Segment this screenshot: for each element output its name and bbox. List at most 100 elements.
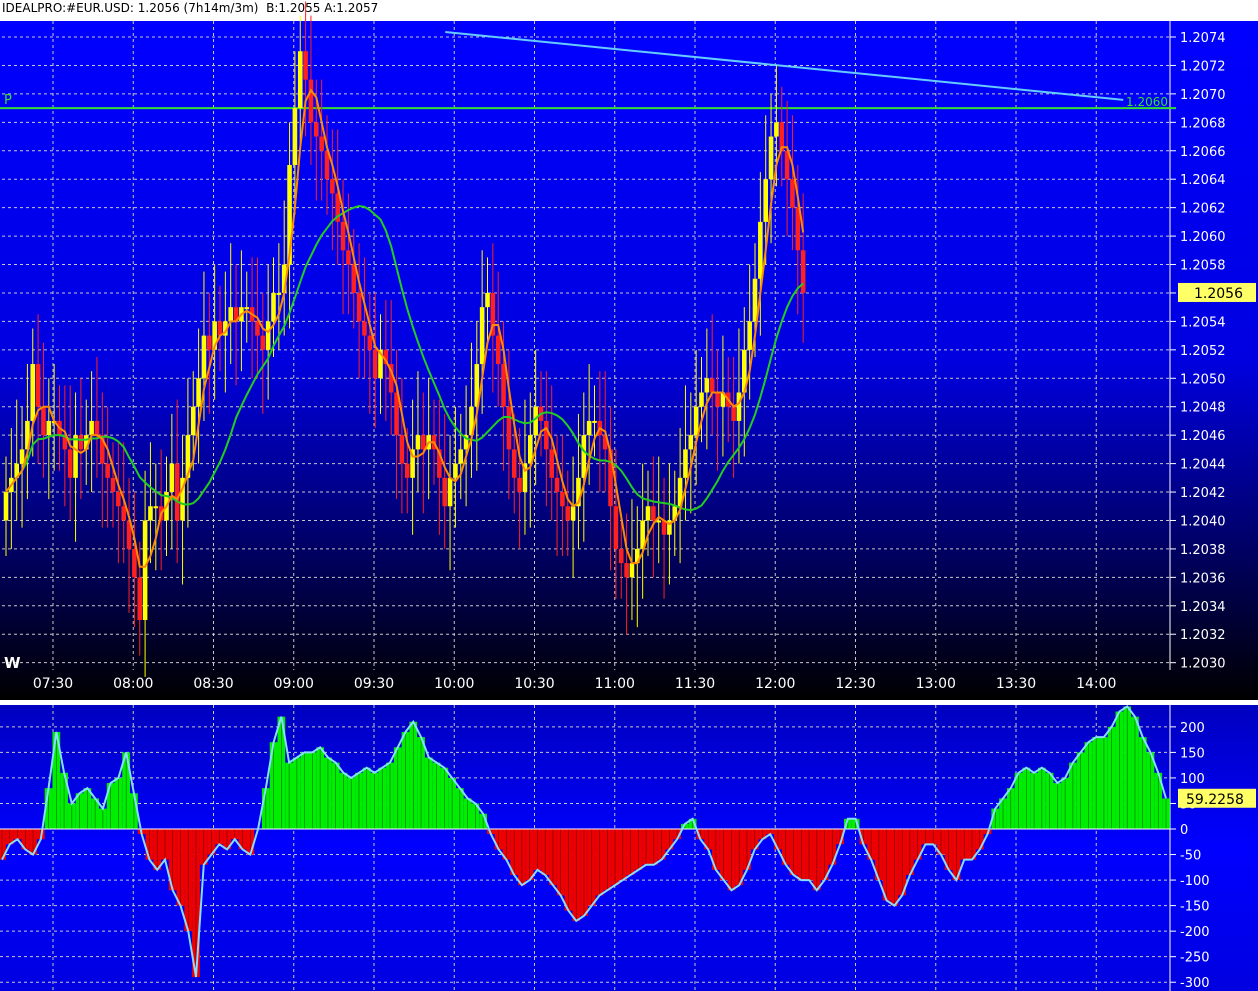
candle-body xyxy=(415,435,421,450)
price-panel[interactable]: 1.2074 1.2072 1.2070 1.2068 1.2066 1.2064 1.20… xyxy=(0,1,1258,700)
time-tick-label: 13:00 xyxy=(916,676,956,692)
candle-body xyxy=(688,435,694,450)
time-tick-label: 11:30 xyxy=(675,676,715,692)
price-tick-label: 1.2072 xyxy=(1180,59,1226,74)
candle-body xyxy=(774,122,779,137)
candle-body xyxy=(367,335,373,350)
candle-body xyxy=(731,406,736,421)
oscillator-tick-label: -150 xyxy=(1180,900,1210,915)
candle-body xyxy=(105,463,110,478)
candle-body xyxy=(683,449,688,478)
candle-body xyxy=(511,449,517,478)
candle-body xyxy=(458,449,464,464)
candle-body xyxy=(421,435,426,450)
price-tick-label: 1.2040 xyxy=(1180,514,1226,529)
corner-label: W xyxy=(4,654,21,672)
candle-body xyxy=(35,364,41,407)
price-tick-label: 1.2068 xyxy=(1180,116,1226,131)
candle-body xyxy=(517,477,522,493)
oscillator-tick-label: -300 xyxy=(1180,976,1210,991)
candle-body xyxy=(297,51,303,109)
candle-body xyxy=(153,506,159,509)
candle-body xyxy=(174,463,180,521)
candle-body xyxy=(613,506,619,549)
candle-body xyxy=(110,477,116,493)
candle-body xyxy=(207,335,212,350)
candle-body xyxy=(479,307,485,365)
candle-body xyxy=(747,321,752,350)
candle-body xyxy=(629,563,635,578)
candle-body xyxy=(544,420,549,450)
candle-body xyxy=(228,307,233,322)
candle-body xyxy=(736,392,742,421)
candle-body xyxy=(19,449,25,464)
candle-body xyxy=(554,477,560,493)
candle-body xyxy=(693,406,699,436)
price-tick-label: 1.2036 xyxy=(1180,571,1226,586)
candle-body xyxy=(46,420,52,436)
candle-body xyxy=(260,335,266,350)
price-tick-label: 1.2074 xyxy=(1180,31,1226,46)
candle-body xyxy=(271,292,276,322)
candle-body xyxy=(645,506,651,521)
price-tick-label: 1.2048 xyxy=(1180,401,1226,416)
candle-body xyxy=(758,221,763,279)
price-tick-label: 1.2052 xyxy=(1180,344,1226,359)
price-tick-label: 1.2044 xyxy=(1180,458,1226,473)
candle-body xyxy=(30,364,36,421)
oscillator-tick-label: -50 xyxy=(1180,849,1201,864)
oscillator-tick-label: 100 xyxy=(1180,772,1205,787)
price-tick-label: 1.2046 xyxy=(1180,429,1226,444)
candle-body xyxy=(319,136,324,151)
time-tick-label: 09:00 xyxy=(274,676,314,692)
candle-body xyxy=(255,321,260,336)
candle-body xyxy=(73,435,78,478)
candle-body xyxy=(196,378,201,407)
oscillator-tick-label: -250 xyxy=(1180,951,1210,966)
time-tick-label: 12:30 xyxy=(835,676,875,692)
candle-body xyxy=(399,435,405,464)
oscillator-panel[interactable]: 200150100500-50-100-150-200-250-300 59.2… xyxy=(0,705,1258,991)
candle-body xyxy=(362,321,367,336)
candle-body xyxy=(699,392,704,407)
candle-body xyxy=(244,307,250,310)
oscillator-tick-label: 0 xyxy=(1180,823,1188,838)
oscillator-tick-label: 200 xyxy=(1180,721,1205,736)
candle-body xyxy=(704,378,710,393)
time-tick-label: 14:00 xyxy=(1076,676,1116,692)
price-tick-label: 1.2062 xyxy=(1180,202,1226,217)
candle-body xyxy=(265,321,271,350)
candle-body xyxy=(142,520,148,621)
candle-body xyxy=(132,548,137,578)
candle-body xyxy=(624,563,629,578)
candle-body xyxy=(190,406,196,436)
candle-body xyxy=(715,392,720,407)
last-price-label: 1.2056 xyxy=(1194,286,1243,302)
chart-canvas[interactable]: 1.2074 1.2072 1.2070 1.2068 1.2066 1.2064 1.20… xyxy=(0,0,1258,991)
candle-body xyxy=(618,548,624,564)
candle-body xyxy=(549,449,554,478)
candle-body xyxy=(276,292,282,295)
oscillator-last-label: 59.2258 xyxy=(1186,792,1244,808)
pivot-value-label: 1.2060 xyxy=(1126,95,1168,109)
panel-separator[interactable] xyxy=(0,700,1258,705)
price-tick-label: 1.2066 xyxy=(1180,145,1226,160)
price-tick-label: 1.2042 xyxy=(1180,486,1226,501)
price-tick-label: 1.2070 xyxy=(1180,88,1226,103)
time-tick-label: 13:30 xyxy=(996,676,1036,692)
candle-body xyxy=(570,506,576,521)
price-panel-background xyxy=(0,21,1258,700)
candle-body xyxy=(501,364,506,407)
time-tick-label: 07:30 xyxy=(33,676,73,692)
candle-body xyxy=(586,420,592,436)
candle-body xyxy=(314,122,319,137)
candle-body xyxy=(303,51,308,80)
price-tick-label: 1.2050 xyxy=(1180,372,1226,387)
candle-body xyxy=(506,406,512,450)
candle-body xyxy=(592,420,597,423)
candle-body xyxy=(201,335,207,379)
candle-body xyxy=(768,136,774,180)
pivot-label: P xyxy=(4,93,12,108)
candle-body xyxy=(495,335,501,365)
time-tick-label: 11:00 xyxy=(595,676,635,692)
